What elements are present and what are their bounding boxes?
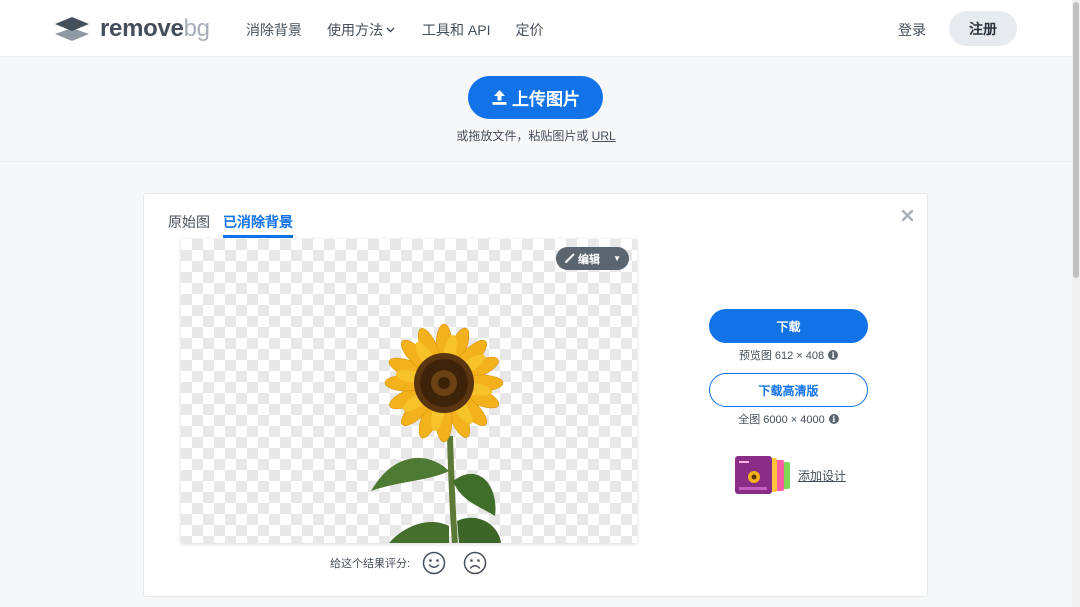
paste-url-link[interactable]: URL — [592, 129, 616, 143]
nav-tools-api[interactable]: 工具和 API — [422, 20, 490, 40]
preview-size-text: 预览图 612 × 408 — [738, 350, 825, 362]
result-preview: 编辑 ▼ — [181, 239, 637, 543]
chevron-down-icon — [386, 27, 395, 33]
full-size-info: 全图 6000 × 4000 i — [709, 411, 868, 427]
upload-hint: 或拖放文件，粘贴图片或 URL — [0, 127, 1072, 144]
result-card: 原始图 已消除背景 编辑 ▼ 给这个结果评分: 下载 预览图 612 × 408… — [143, 193, 928, 597]
upload-image-button[interactable]: 上传图片 — [468, 76, 603, 119]
add-design-label: 添加设计 — [798, 468, 847, 483]
edit-button[interactable]: 编辑 ▼ — [556, 247, 629, 270]
signup-button[interactable]: 注册 — [949, 11, 1017, 46]
frown-icon[interactable] — [463, 551, 487, 575]
login-link[interactable]: 登录 — [898, 20, 926, 40]
main-nav: 消除背景 使用方法 工具和 API 定价 — [246, 20, 543, 40]
brush-icon — [565, 253, 575, 263]
caret-down-icon[interactable]: ▼ — [613, 254, 621, 263]
smile-icon[interactable] — [422, 551, 446, 575]
download-button[interactable]: 下载 — [709, 309, 868, 343]
scrollbar-thumb[interactable] — [1073, 2, 1079, 278]
logo-text: removebg — [100, 15, 210, 42]
info-icon[interactable]: i — [828, 414, 839, 424]
top-header: removebg 消除背景 使用方法 工具和 API 定价 登录 注册 — [0, 0, 1072, 57]
edit-label: 编辑 — [578, 253, 600, 266]
download-hd-button[interactable]: 下载高清版 — [709, 373, 868, 407]
nav-how-to-use-label: 使用方法 — [327, 22, 383, 38]
logo-layers-icon — [55, 17, 89, 41]
upload-section: 上传图片 或拖放文件，粘贴图片或 URL — [0, 58, 1072, 162]
upload-hint-text: 或拖放文件，粘贴图片或 — [456, 129, 589, 143]
design-thumbnail-icon — [735, 456, 790, 494]
rating-prompt: 给这个结果评分: — [330, 558, 411, 570]
rating-row: 给这个结果评分: — [330, 551, 487, 575]
tab-removed-background[interactable]: 已消除背景 — [223, 212, 293, 238]
preview-size-info: 预览图 612 × 408 i — [709, 347, 868, 363]
close-icon[interactable] — [901, 209, 914, 222]
nav-how-to-use[interactable]: 使用方法 — [327, 20, 395, 40]
logo[interactable]: removebg — [54, 14, 210, 44]
add-design-link[interactable]: 添加设计 — [734, 456, 846, 494]
tab-original[interactable]: 原始图 — [168, 212, 210, 238]
nav-pricing[interactable]: 定价 — [515, 20, 543, 40]
nav-remove-bg[interactable]: 消除背景 — [246, 20, 302, 40]
sunflower-image — [371, 323, 504, 543]
upload-button-label: 上传图片 — [512, 90, 580, 109]
scrollbar[interactable] — [1072, 0, 1080, 607]
upload-icon — [492, 90, 507, 105]
full-size-text: 全图 6000 × 4000 — [738, 414, 825, 426]
result-tabs: 原始图 已消除背景 — [168, 212, 293, 238]
info-icon[interactable]: i — [828, 350, 839, 360]
